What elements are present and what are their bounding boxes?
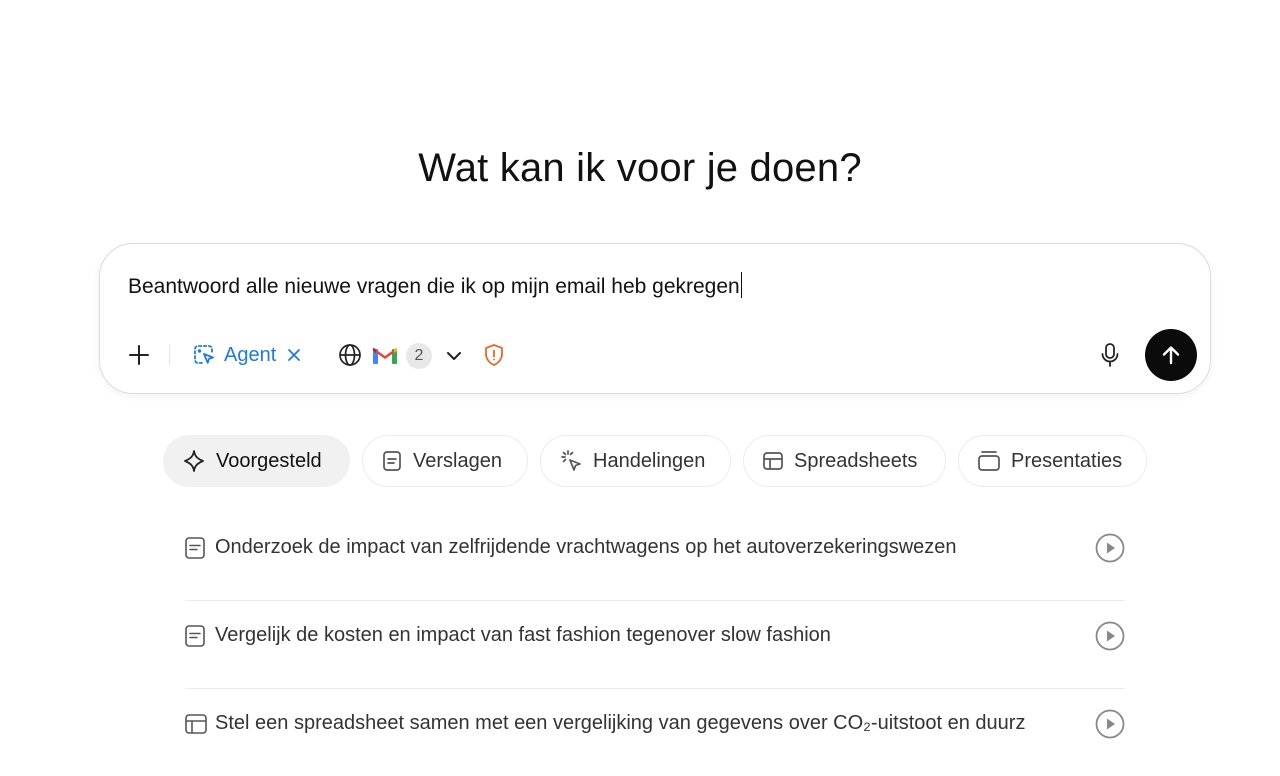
send-button[interactable] (1145, 329, 1197, 381)
suggestion-list: Onderzoek de impact van zelfrijdende vra… (185, 513, 1125, 776)
list-item[interactable]: Onderzoek de impact van zelfrijdende vra… (185, 513, 1125, 601)
microphone-icon (1101, 343, 1119, 367)
close-icon[interactable] (286, 347, 302, 363)
voice-input-button[interactable] (1096, 340, 1124, 370)
connector-count-badge: 2 (406, 343, 432, 369)
shield-alert-icon (485, 344, 503, 366)
globe-icon (339, 344, 361, 366)
tab-spreadsheets[interactable]: Spreadsheets (743, 435, 946, 487)
play-icon[interactable] (1095, 621, 1125, 651)
tab-presentaties[interactable]: Presentaties (958, 435, 1147, 487)
play-icon[interactable] (1095, 533, 1125, 563)
arrow-up-icon (1162, 346, 1180, 365)
agent-label: Agent (224, 343, 277, 366)
toolbar-divider (169, 345, 170, 365)
privacy-shield-button[interactable] (482, 342, 506, 368)
document-icon (185, 625, 205, 647)
cursor-click-icon (561, 450, 581, 471)
web-search-button[interactable] (336, 340, 364, 370)
document-icon (185, 537, 205, 559)
suggestion-text: Onderzoek de impact van zelfrijdende vra… (215, 536, 957, 558)
tab-label: Presentaties (1011, 449, 1123, 472)
gmail-icon (373, 347, 397, 364)
page-title: Wat kan ik voor je doen? (418, 146, 862, 190)
sparkle-icon (184, 450, 204, 472)
tab-handelingen[interactable]: Handelingen (540, 435, 731, 487)
chevron-down-icon (447, 352, 461, 360)
tab-label: Verslagen (413, 449, 502, 472)
table-icon (185, 714, 207, 734)
connectors-dropdown-button[interactable] (442, 343, 466, 369)
document-icon (383, 451, 401, 471)
suggestion-text: Stel een spreadsheet samen met een verge… (215, 712, 1026, 734)
plus-icon (129, 345, 149, 365)
tab-voorgesteld[interactable]: Voorgesteld (163, 435, 350, 487)
slides-icon (978, 451, 1000, 471)
agent-cursor-icon (194, 345, 214, 364)
suggestion-text: Vergelijk de kosten en impact van fast f… (215, 624, 831, 646)
add-attachment-button[interactable] (124, 340, 154, 370)
play-icon[interactable] (1095, 709, 1125, 739)
list-item[interactable]: Vergelijk de kosten en impact van fast f… (185, 601, 1125, 689)
tab-verslagen[interactable]: Verslagen (362, 435, 528, 487)
category-tabs: Voorgesteld Verslagen Handelingen Spread… (0, 435, 1280, 488)
tab-label: Handelingen (593, 449, 706, 472)
table-icon (763, 452, 783, 470)
gmail-connector-button[interactable] (371, 340, 399, 370)
composer-toolbar: Agent 2 (100, 244, 1210, 393)
tab-label: Spreadsheets (794, 449, 918, 472)
prompt-composer: Beantwoord alle nieuwe vragen die ik op … (99, 243, 1211, 394)
list-item[interactable]: Stel een spreadsheet samen met een verge… (185, 689, 1125, 776)
tab-label: Voorgesteld (216, 449, 322, 472)
agent-mode-chip[interactable]: Agent (192, 340, 302, 370)
